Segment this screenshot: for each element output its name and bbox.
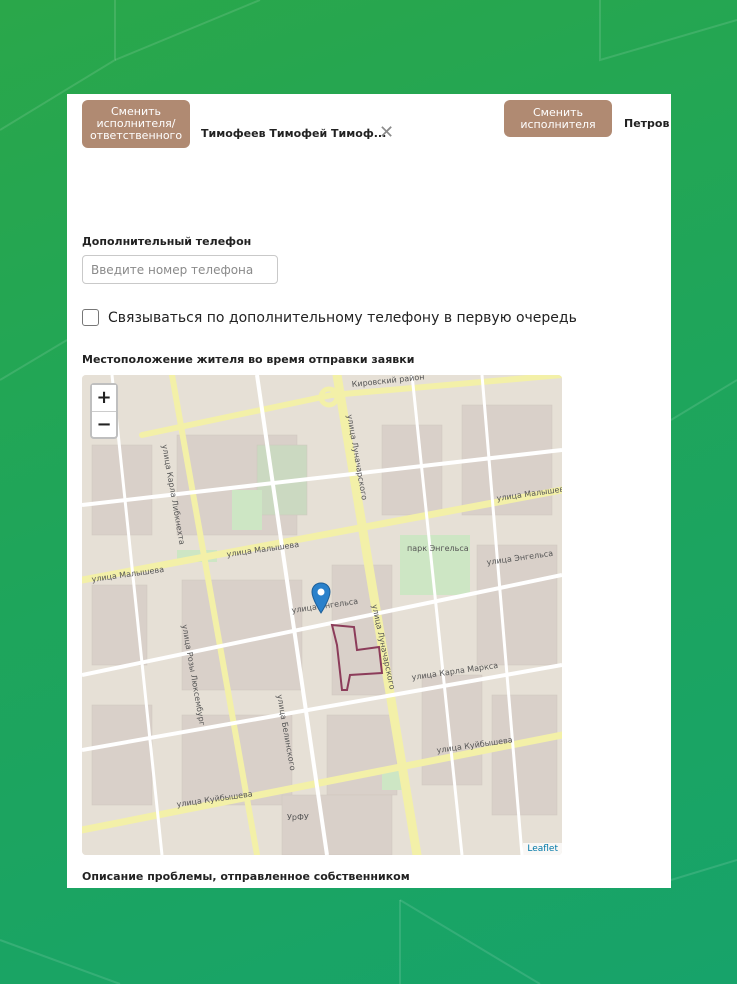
zoom-out-button[interactable]: − [92, 411, 116, 436]
priority-contact-label: Связываться по дополнительному телефону … [108, 310, 577, 326]
priority-contact-checkbox[interactable] [82, 309, 99, 326]
zoom-in-button[interactable]: + [92, 385, 116, 411]
close-icon[interactable]: ✕ [379, 124, 394, 142]
change-executor-responsible-button[interactable]: Сменить исполнителя/ ответственного [82, 100, 190, 148]
change-executor-button[interactable]: Сменить исполнителя [504, 100, 612, 137]
location-map[interactable]: улица Малышева улица Малышева улица Малы… [82, 375, 562, 855]
second-executor-name: Петров [624, 117, 670, 130]
description-label: Описание проблемы, отправленное собствен… [82, 870, 410, 883]
park-label: парк Энгельса [407, 544, 469, 553]
map-zoom-control: + − [90, 383, 118, 439]
location-marker-icon[interactable] [311, 582, 331, 614]
phone-input[interactable] [82, 255, 278, 284]
map-tiles: улица Малышева улица Малышева улица Малы… [82, 375, 562, 855]
request-form-panel: Сменить исполнителя/ ответственного Тимо… [67, 94, 671, 888]
phone-label: Дополнительный телефон [82, 235, 252, 248]
executor-name: Тимофеев Тимофей Тимоф... [201, 127, 387, 140]
poi-label: УрФУ [287, 813, 309, 822]
location-label: Местоположение жителя во время отправки … [82, 353, 415, 366]
leaflet-attribution-link[interactable]: Leaflet [523, 843, 562, 855]
